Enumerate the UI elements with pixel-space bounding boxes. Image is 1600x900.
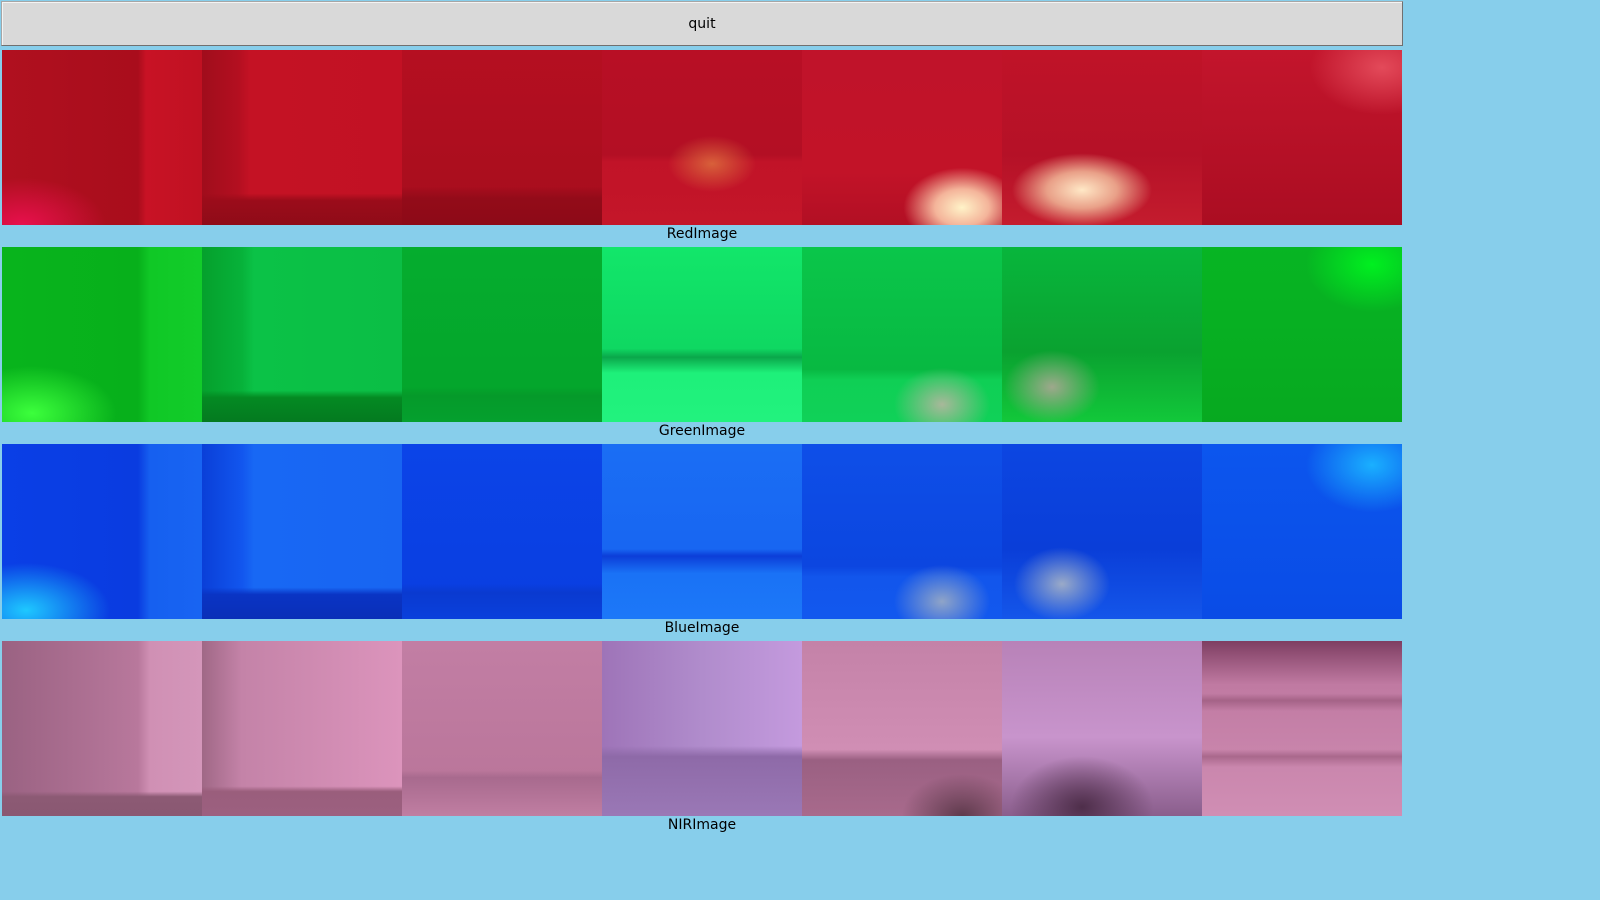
nir-image-tile: [802, 641, 1002, 816]
red-image-tile: [602, 50, 802, 225]
blue-image-tile: [1202, 444, 1402, 619]
nir-image-tile: [402, 641, 602, 816]
nir-image-tile: [202, 641, 402, 816]
green-image-tile: [402, 247, 602, 422]
nir-image-tile: [1202, 641, 1402, 816]
green-image-tile: [802, 247, 1002, 422]
green-image-tile: [602, 247, 802, 422]
blue-image-tile: [2, 444, 202, 619]
green-image-tile: [1202, 247, 1402, 422]
blue-image-tile: [402, 444, 602, 619]
nir-image-tile: [2, 641, 202, 816]
blue-image-tile: [802, 444, 1002, 619]
nir-image-tile: [602, 641, 802, 816]
green-image-label: GreenImage: [658, 423, 746, 439]
green-image-tile: [1002, 247, 1202, 422]
green-image-tile: [2, 247, 202, 422]
blue-image-strip: [2, 444, 1402, 619]
blue-image-tile: [602, 444, 802, 619]
blue-image-tile: [202, 444, 402, 619]
quit-button[interactable]: quit: [1, 1, 1403, 46]
green-image-tile: [202, 247, 402, 422]
nir-image-tile: [1002, 641, 1202, 816]
red-image-label: RedImage: [666, 226, 738, 242]
red-image-tile: [402, 50, 602, 225]
red-image-tile: [802, 50, 1002, 225]
red-image-tile: [1202, 50, 1402, 225]
red-image-tile: [2, 50, 202, 225]
blue-image-tile: [1002, 444, 1202, 619]
green-image-strip: [2, 247, 1402, 422]
nir-image-label: NIRImage: [667, 817, 737, 833]
nir-image-strip: [2, 641, 1402, 816]
red-image-strip: [2, 50, 1402, 225]
red-image-tile: [202, 50, 402, 225]
red-image-tile: [1002, 50, 1202, 225]
blue-image-label: BlueImage: [664, 620, 740, 636]
